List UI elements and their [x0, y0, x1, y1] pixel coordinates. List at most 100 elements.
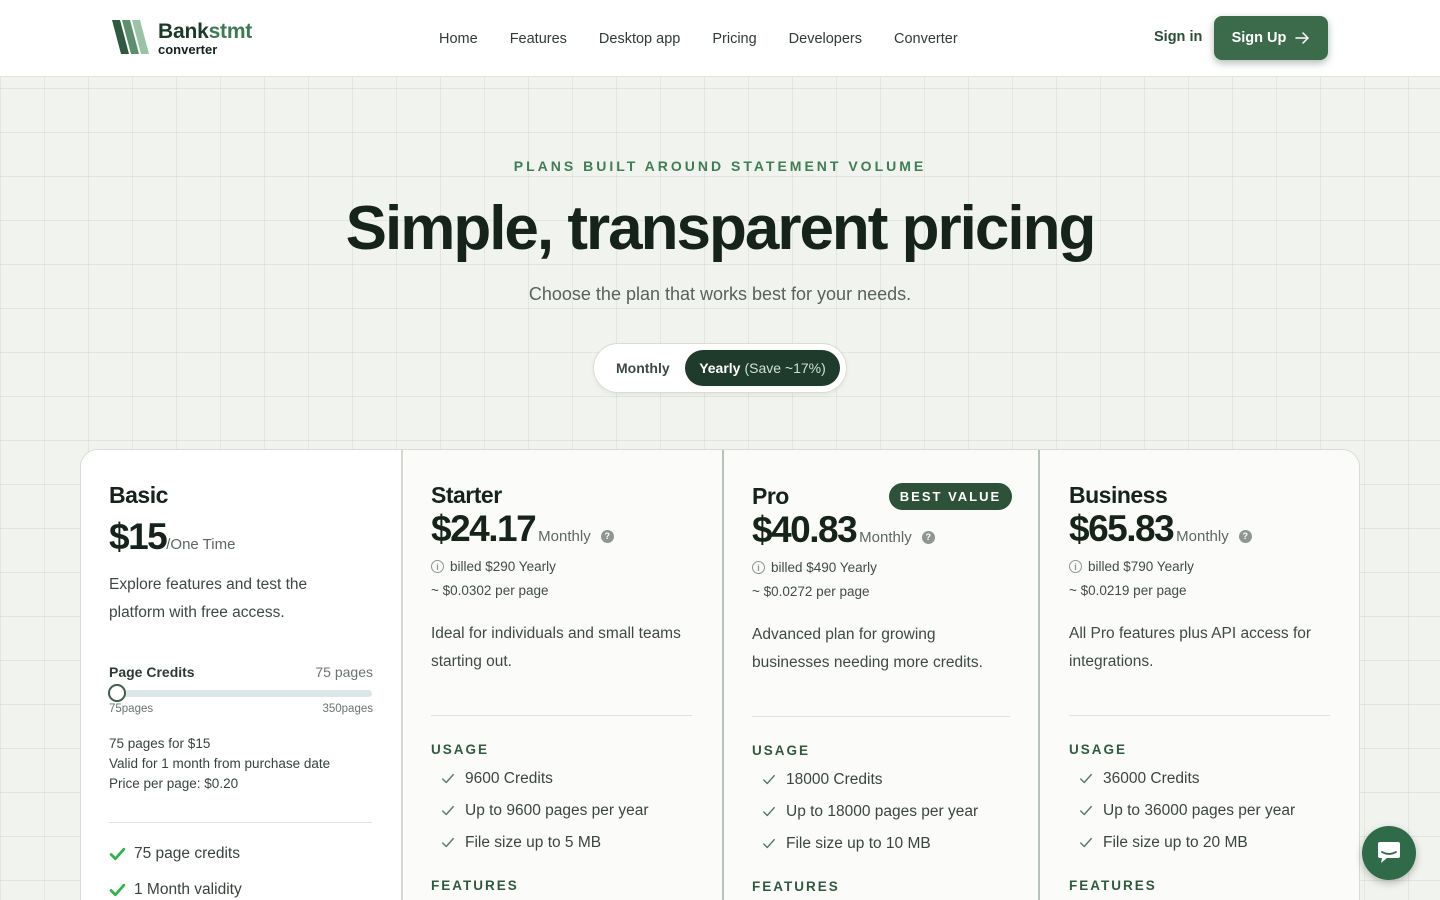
plan-card-basic: Basic $15 /One Time Explore features and… [81, 450, 401, 900]
plan-price: $65.83 [1069, 508, 1175, 549]
plan-price-unit: /One Time [166, 536, 236, 553]
brand-logo[interactable]: Bankstmt converter [112, 20, 252, 64]
billing-toggle: Monthly Yearly (Save ~17%) [593, 343, 847, 393]
plan-price-row: $24.17 Monthly ? [431, 508, 614, 550]
nav-developers[interactable]: Developers [789, 31, 862, 47]
pricing-cards: Basic $15 /One Time Explore features and… [80, 449, 1360, 900]
plan-description: Explore features and test the platform w… [109, 576, 308, 621]
usage-item: File size up to 20 MB [1079, 834, 1248, 852]
pricing-eyebrow: PLANS BUILT AROUND STATEMENT VOLUME [513, 158, 927, 174]
check-icon [1080, 805, 1092, 816]
signup-label: Sign Up [1231, 30, 1287, 46]
usage-item: Up to 9600 pages per year [441, 802, 649, 820]
nav-desktop-app[interactable]: Desktop app [599, 31, 680, 47]
features-label: FEATURES [1069, 878, 1157, 893]
plan-name: Business [1069, 482, 1168, 508]
check-icon [442, 773, 454, 784]
check-icon [763, 774, 775, 785]
plan-price-unit: Monthly [1176, 528, 1229, 545]
check-icon [763, 806, 775, 817]
check-icon [1080, 773, 1092, 784]
plan-price-unit: Monthly [859, 529, 912, 546]
info-icon: i [431, 560, 444, 573]
usage-item: Up to 36000 pages per year [1079, 802, 1295, 820]
slider-min-label: 75pages [109, 703, 154, 715]
card-divider [109, 822, 372, 823]
info-icon: i [752, 561, 765, 574]
usage-label: USAGE [431, 742, 490, 757]
credits-slider-track[interactable] [109, 690, 372, 697]
usage-item: Up to 18000 pages per year [762, 803, 978, 821]
feature-item: 1 Month validity [109, 881, 242, 899]
price-per-page: ~ $0.0302 per page [431, 583, 549, 598]
page-credits-value: 75 pages [315, 664, 373, 680]
card-divider [752, 716, 1010, 717]
check-icon [763, 838, 775, 849]
main-nav: Home Features Desktop app Pricing Develo… [439, 0, 990, 77]
nav-features[interactable]: Features [510, 31, 567, 47]
price-per-page: ~ $0.0272 per page [752, 584, 870, 599]
plan-card-business: Business $65.83 Monthly ? i billed $790 … [1040, 450, 1359, 900]
toggle-monthly[interactable]: Monthly [616, 360, 670, 376]
features-label: FEATURES [752, 879, 840, 894]
billed-yearly: i billed $790 Yearly [1069, 559, 1194, 574]
top-navbar: Bankstmt converter Home Features Desktop… [0, 0, 1440, 77]
plan-price-unit: Monthly [538, 528, 591, 545]
nav-home[interactable]: Home [439, 31, 478, 47]
brand-subtitle: converter [158, 42, 218, 57]
card-divider [431, 715, 692, 716]
usage-item: 9600 Credits [441, 770, 553, 788]
summary-pages: 75 pages for $15 [109, 736, 211, 751]
plan-price-row: $65.83 Monthly ? [1069, 508, 1252, 550]
chat-widget-button[interactable] [1362, 826, 1416, 880]
plan-description: All Pro features plus API access for int… [1069, 625, 1312, 670]
signin-link[interactable]: Sign in [1154, 29, 1202, 45]
best-value-badge: BEST VALUE [889, 483, 1012, 510]
plan-price: $24.17 [431, 508, 537, 549]
usage-item: File size up to 5 MB [441, 834, 601, 852]
slider-max-label: 350pages [322, 703, 373, 715]
info-icon: i [1069, 560, 1082, 573]
plan-price-row: $40.83 Monthly ? [752, 509, 935, 551]
check-icon [109, 883, 126, 896]
page-credits-label: Page Credits [109, 664, 195, 680]
check-icon [442, 837, 454, 848]
nav-converter[interactable]: Converter [894, 31, 958, 47]
usage-item: 36000 Credits [1079, 770, 1200, 788]
help-icon[interactable]: ? [1238, 529, 1252, 543]
arrow-right-icon [1295, 32, 1310, 44]
usage-item: File size up to 10 MB [762, 835, 931, 853]
plan-name: Basic [109, 482, 168, 508]
features-label: FEATURES [431, 878, 519, 893]
summary-price-per-page: Price per page: $0.20 [109, 776, 239, 791]
feature-item: 75 page credits [109, 845, 240, 863]
billed-yearly: i billed $290 Yearly [431, 559, 556, 574]
credits-slider-thumb[interactable] [108, 684, 126, 702]
help-icon[interactable]: ? [600, 529, 614, 543]
usage-label: USAGE [752, 743, 811, 758]
summary-validity: Valid for 1 month from purchase date [109, 756, 331, 771]
check-icon [442, 805, 454, 816]
plan-price-row: $15 /One Time [109, 516, 235, 558]
plan-description: Advanced plan for growing businesses nee… [752, 626, 983, 671]
chat-bubble-icon [1378, 842, 1400, 863]
signup-button[interactable]: Sign Up [1214, 16, 1328, 60]
plan-price: $40.83 [752, 509, 858, 550]
page-title: Simple, transparent pricing [345, 194, 1097, 263]
help-icon[interactable]: ? [921, 530, 935, 544]
toggle-yearly-label: Yearly [699, 360, 741, 376]
price-per-page: ~ $0.0219 per page [1069, 583, 1187, 598]
nav-pricing[interactable]: Pricing [712, 31, 756, 47]
check-icon [109, 847, 126, 860]
toggle-yearly[interactable]: Yearly (Save ~17%) [685, 350, 840, 386]
billed-yearly: i billed $490 Yearly [752, 560, 877, 575]
check-icon [1080, 837, 1092, 848]
toggle-yearly-save: (Save ~17%) [744, 360, 826, 376]
plan-name: Starter [431, 482, 502, 508]
usage-item: 18000 Credits [762, 771, 883, 789]
plan-description: Ideal for individuals and small teams st… [431, 625, 681, 670]
plan-price: $15 [109, 516, 168, 557]
usage-label: USAGE [1069, 742, 1128, 757]
logo-mark-icon [112, 20, 149, 54]
brand-name: Bankstmt [158, 20, 253, 43]
